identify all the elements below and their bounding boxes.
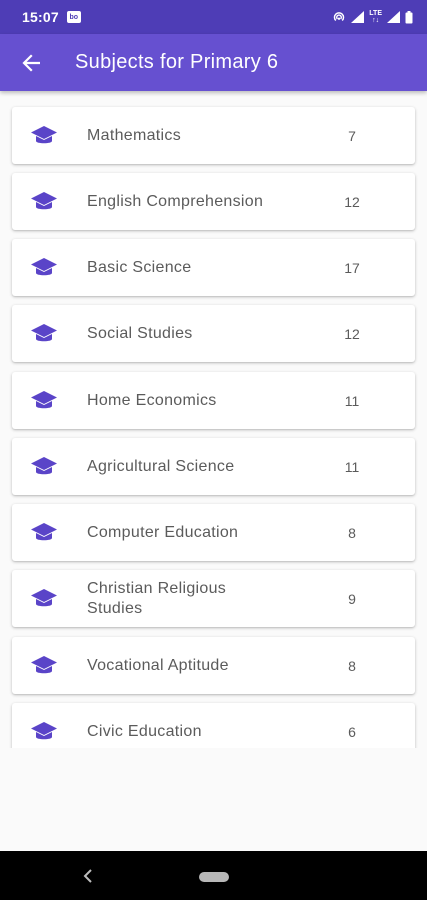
- battery-icon: [405, 10, 413, 24]
- subject-card-agricultural-science[interactable]: Agricultural Science 11: [12, 438, 415, 495]
- subject-card-vocational-aptitude[interactable]: Vocational Aptitude 8: [12, 637, 415, 694]
- subject-count: 6: [348, 723, 356, 740]
- arrow-back-icon: [22, 53, 40, 72]
- subject-name: Vocational Aptitude: [87, 656, 229, 674]
- graduation-cap-icon: [30, 588, 58, 610]
- subject-name: Agricultural Science: [87, 457, 235, 475]
- subject-card-mathematics[interactable]: Mathematics 7: [12, 107, 415, 164]
- subject-count: 8: [348, 524, 356, 541]
- status-icons: LTE ↑↓: [332, 10, 413, 24]
- subject-name: Basic Science: [87, 258, 192, 276]
- subject-count: 8: [348, 657, 356, 674]
- app-bar: Subjects for Primary 6: [0, 34, 427, 91]
- subject-card-social-studies[interactable]: Social Studies 12: [12, 305, 415, 362]
- subject-list[interactable]: Mathematics 7 English Comprehension 12 B…: [0, 91, 427, 748]
- signal-icon: [351, 11, 365, 23]
- graduation-cap-icon: [30, 125, 58, 147]
- subject-count: 9: [348, 590, 356, 607]
- graduation-cap-icon: [30, 655, 58, 677]
- subject-name: Civic Education: [87, 722, 202, 740]
- graduation-cap-icon: [30, 257, 58, 279]
- page-title: Subjects for Primary 6: [75, 51, 279, 73]
- lte-icon: LTE ↑↓: [369, 10, 382, 24]
- subject-card-basic-science[interactable]: Basic Science 17: [12, 239, 415, 296]
- subject-name: English Comprehension: [87, 192, 264, 210]
- lte-label: LTE: [369, 10, 382, 17]
- subject-count: 7: [348, 127, 356, 144]
- graduation-cap-icon: [30, 721, 58, 743]
- signal-icon: [387, 11, 400, 23]
- graduation-cap-icon: [30, 323, 58, 345]
- subject-card-home-economics[interactable]: Home Economics 11: [12, 372, 415, 429]
- status-time: 15:07: [22, 9, 59, 25]
- subject-name: Social Studies: [87, 324, 193, 342]
- nav-back-icon[interactable]: [80, 867, 96, 885]
- subject-card-christian-religious-studies[interactable]: Christian Religious Studies 9: [12, 570, 415, 627]
- subject-card-civic-education[interactable]: Civic Education 6: [12, 703, 415, 748]
- subject-card-computer-education[interactable]: Computer Education 8: [12, 504, 415, 561]
- subject-count: 11: [344, 392, 360, 409]
- subject-count: 11: [344, 458, 360, 475]
- back-button[interactable]: [16, 48, 46, 78]
- app-notification-icon: bo: [66, 11, 81, 23]
- hotspot-icon: [332, 11, 346, 23]
- subject-card-english-comprehension[interactable]: English Comprehension 12: [12, 173, 415, 230]
- app-badge-text: bo: [69, 13, 79, 21]
- graduation-cap-icon: [30, 522, 58, 544]
- graduation-cap-icon: [30, 191, 58, 213]
- subject-name: Computer Education: [87, 523, 239, 541]
- subject-name: Christian Religious Studies: [87, 579, 227, 617]
- status-bar: 15:07 bo LTE ↑↓: [0, 0, 427, 34]
- subject-count: 17: [344, 259, 360, 276]
- graduation-cap-icon: [30, 390, 58, 412]
- graduation-cap-icon: [30, 456, 58, 478]
- lte-arrows-icon: ↑↓: [372, 17, 380, 24]
- subject-count: 12: [344, 325, 360, 342]
- subject-count: 12: [344, 193, 360, 210]
- subject-name: Mathematics: [87, 126, 181, 144]
- home-pill-icon[interactable]: [199, 872, 229, 882]
- navigation-bar: [0, 851, 427, 900]
- subject-name: Home Economics: [87, 391, 217, 409]
